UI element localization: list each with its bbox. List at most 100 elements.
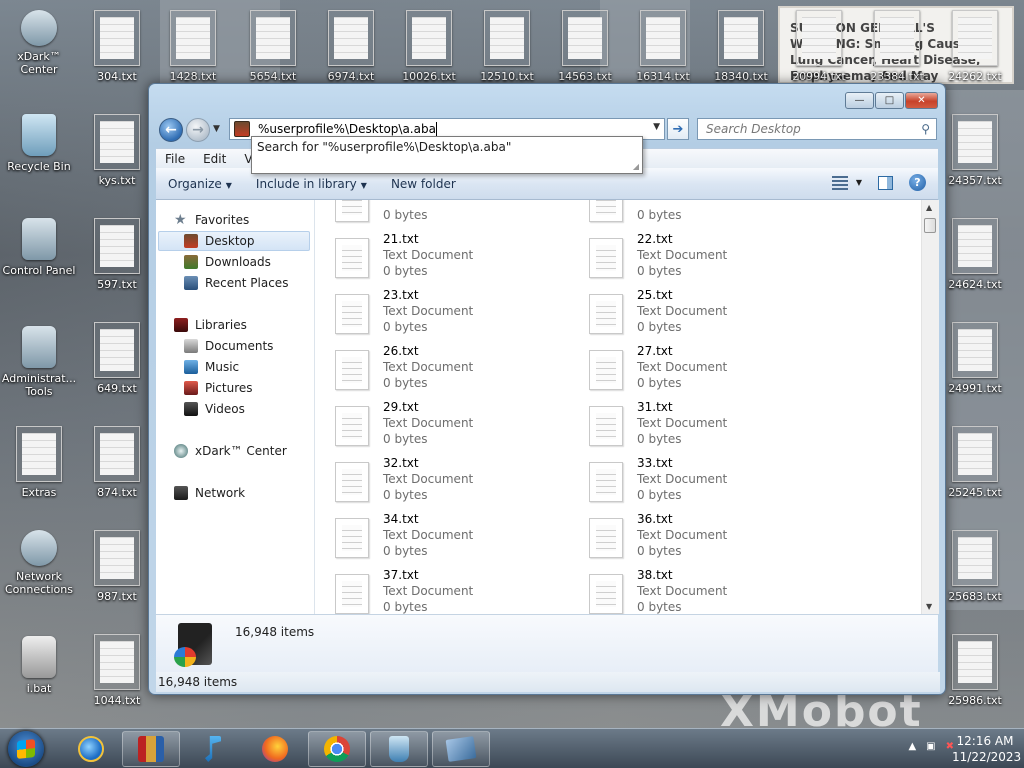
nav-pictures[interactable]: Pictures xyxy=(184,378,253,398)
minimize-button[interactable]: — xyxy=(845,92,874,109)
file-item[interactable]: 0 bytes xyxy=(325,200,565,226)
desktop-file-25245[interactable]: 25245.txt xyxy=(937,426,1013,499)
file-item[interactable]: 25.txt Text Document 0 bytes xyxy=(579,286,819,338)
desktop-file-kys[interactable]: kys.txt xyxy=(79,114,155,187)
nav-network[interactable]: Network xyxy=(174,483,245,503)
file-item[interactable]: 26.txt Text Document 0 bytes xyxy=(325,342,565,394)
desktop-icon-extras[interactable]: Extras xyxy=(1,426,77,499)
nav-favorites[interactable]: ★ Favorites xyxy=(174,210,249,230)
desktop-file-1044[interactable]: 1044.txt xyxy=(79,634,155,707)
desktop-file-24991[interactable]: 24991.txt xyxy=(937,322,1013,395)
system-clock[interactable]: 12:16 AM 11/22/2023 xyxy=(952,733,1021,765)
desktop-file-1428[interactable]: 1428.txt xyxy=(155,10,231,83)
menu-file[interactable]: File xyxy=(156,152,194,166)
scrollbar-thumb[interactable] xyxy=(924,218,936,233)
desktop-file-14563[interactable]: 14563.txt xyxy=(547,10,623,83)
taskbar-firefox[interactable] xyxy=(246,731,304,767)
address-input[interactable]: %userprofile%\Desktop\a.aba xyxy=(258,122,436,136)
address-suggestion-item[interactable]: Search for "%userprofile%\Desktop\a.aba" xyxy=(257,140,642,154)
text-file-icon xyxy=(94,322,140,378)
scroll-down-icon[interactable]: ▼ xyxy=(926,602,932,611)
nav-documents[interactable]: Documents xyxy=(184,336,273,356)
file-item[interactable]: 38.txt Text Document 0 bytes xyxy=(579,566,819,614)
taskbar-archive-app[interactable] xyxy=(122,731,180,767)
desktop-file-874[interactable]: 874.txt xyxy=(79,426,155,499)
vertical-scrollbar[interactable]: ▲ ▼ xyxy=(921,200,939,614)
nav-videos[interactable]: Videos xyxy=(184,399,245,419)
desktop-file-25683[interactable]: 25683.txt xyxy=(937,530,1013,603)
recent-pages-dropdown[interactable]: ▼ xyxy=(213,124,220,134)
file-item[interactable]: 22.txt Text Document 0 bytes xyxy=(579,230,819,282)
taskbar-internet-explorer[interactable] xyxy=(62,731,120,767)
desktop-icon-xdark[interactable]: xDark™ Center xyxy=(1,10,77,76)
taskbar-chrome[interactable] xyxy=(308,731,366,767)
taskbar-recycle-bin[interactable] xyxy=(370,731,428,767)
file-item[interactable]: 33.txt Text Document 0 bytes xyxy=(579,454,819,506)
close-button[interactable]: ✕ xyxy=(905,92,938,109)
desktop-file-5654[interactable]: 5654.txt xyxy=(235,10,311,83)
menu-edit[interactable]: Edit xyxy=(194,152,235,166)
desktop-file-20994[interactable]: 20994.txt xyxy=(781,10,857,83)
search-box[interactable]: Search Desktop ⚲ xyxy=(697,118,937,140)
resize-grip-icon[interactable]: ◢ xyxy=(633,162,639,171)
file-item[interactable]: 27.txt Text Document 0 bytes xyxy=(579,342,819,394)
file-item[interactable]: 0 bytes xyxy=(579,200,819,226)
search-icon[interactable]: ⚲ xyxy=(921,122,930,136)
file-item[interactable]: 31.txt Text Document 0 bytes xyxy=(579,398,819,450)
desktop-file-23384[interactable]: 23384.txt xyxy=(859,10,935,83)
nav-music[interactable]: Music xyxy=(184,357,239,377)
file-item[interactable]: 29.txt Text Document 0 bytes xyxy=(325,398,565,450)
maximize-button[interactable]: □ xyxy=(875,92,904,109)
network-status-icon[interactable]: ▣ xyxy=(926,741,935,752)
back-button[interactable]: ← xyxy=(159,118,183,142)
help-icon[interactable]: ? xyxy=(909,174,926,191)
desktop-file-25986[interactable]: 25986.txt xyxy=(937,634,1013,707)
desktop-icon-recycle-bin[interactable]: Recycle Bin xyxy=(1,114,77,173)
search-input[interactable]: Search Desktop xyxy=(706,122,801,136)
desktop-file-10026[interactable]: 10026.txt xyxy=(391,10,467,83)
taskbar-music-player[interactable] xyxy=(184,731,242,767)
include-in-library-button[interactable]: Include in library ▼ xyxy=(244,177,379,191)
desktop-file-18340[interactable]: 18340.txt xyxy=(703,10,779,83)
desktop-file-304[interactable]: 304.txt xyxy=(79,10,155,83)
nav-desktop[interactable]: Desktop xyxy=(158,231,310,251)
desktop-icon-bat[interactable]: i.bat xyxy=(1,636,77,695)
go-button[interactable]: ➔ xyxy=(667,118,689,140)
desktop-file-597[interactable]: 597.txt xyxy=(79,218,155,291)
desktop-file-12510[interactable]: 12510.txt xyxy=(469,10,545,83)
desktop-file-649[interactable]: 649.txt xyxy=(79,322,155,395)
new-folder-button[interactable]: New folder xyxy=(379,177,468,191)
taskbar-explorer-window[interactable] xyxy=(432,731,490,767)
nav-label: Desktop xyxy=(205,234,255,248)
organize-button[interactable]: Organize ▼ xyxy=(156,177,244,191)
nav-xdark-center[interactable]: xDark™ Center xyxy=(174,441,287,461)
address-dropdown-icon[interactable]: ▼ xyxy=(653,122,660,132)
preview-pane-icon[interactable] xyxy=(878,175,893,190)
file-item[interactable]: 23.txt Text Document 0 bytes xyxy=(325,286,565,338)
desktop-file-24624[interactable]: 24624.txt xyxy=(937,218,1013,291)
desktop-file-16314[interactable]: 16314.txt xyxy=(625,10,701,83)
file-item[interactable]: 37.txt Text Document 0 bytes xyxy=(325,566,565,614)
desktop-icon-admin-tools[interactable]: Administrat... Tools xyxy=(1,326,77,398)
desktop-icon-network-connections[interactable]: Network Connections xyxy=(1,530,77,596)
desktop-file-6974[interactable]: 6974.txt xyxy=(313,10,389,83)
desktop-file-987[interactable]: 987.txt xyxy=(79,530,155,603)
nav-recent-places[interactable]: Recent Places xyxy=(184,273,288,293)
desktop-icon-label: 25683.txt xyxy=(948,590,1002,603)
file-item[interactable]: 32.txt Text Document 0 bytes xyxy=(325,454,565,506)
desktop-icon-control-panel[interactable]: Control Panel xyxy=(1,218,77,277)
file-item[interactable]: 36.txt Text Document 0 bytes xyxy=(579,510,819,562)
nav-downloads[interactable]: Downloads xyxy=(184,252,271,272)
desktop-file-24357[interactable]: 24357.txt xyxy=(937,114,1013,187)
desktop-icon-label: 20994.txt xyxy=(792,70,846,83)
show-hidden-icons-button[interactable]: ▲ xyxy=(908,741,916,752)
desktop-file-24262[interactable]: 24262.txt xyxy=(937,10,1013,83)
change-view-button[interactable]: ▼ xyxy=(831,175,862,190)
file-item[interactable]: 34.txt Text Document 0 bytes xyxy=(325,510,565,562)
file-item[interactable]: 21.txt Text Document 0 bytes xyxy=(325,230,565,282)
start-button[interactable] xyxy=(8,731,44,767)
forward-button[interactable]: → xyxy=(186,118,210,142)
nav-libraries[interactable]: Libraries xyxy=(174,315,247,335)
scroll-up-icon[interactable]: ▲ xyxy=(926,203,932,212)
taskbar: ▲ ▣ ✖ 12:16 AM 11/22/2023 xyxy=(0,728,1024,768)
